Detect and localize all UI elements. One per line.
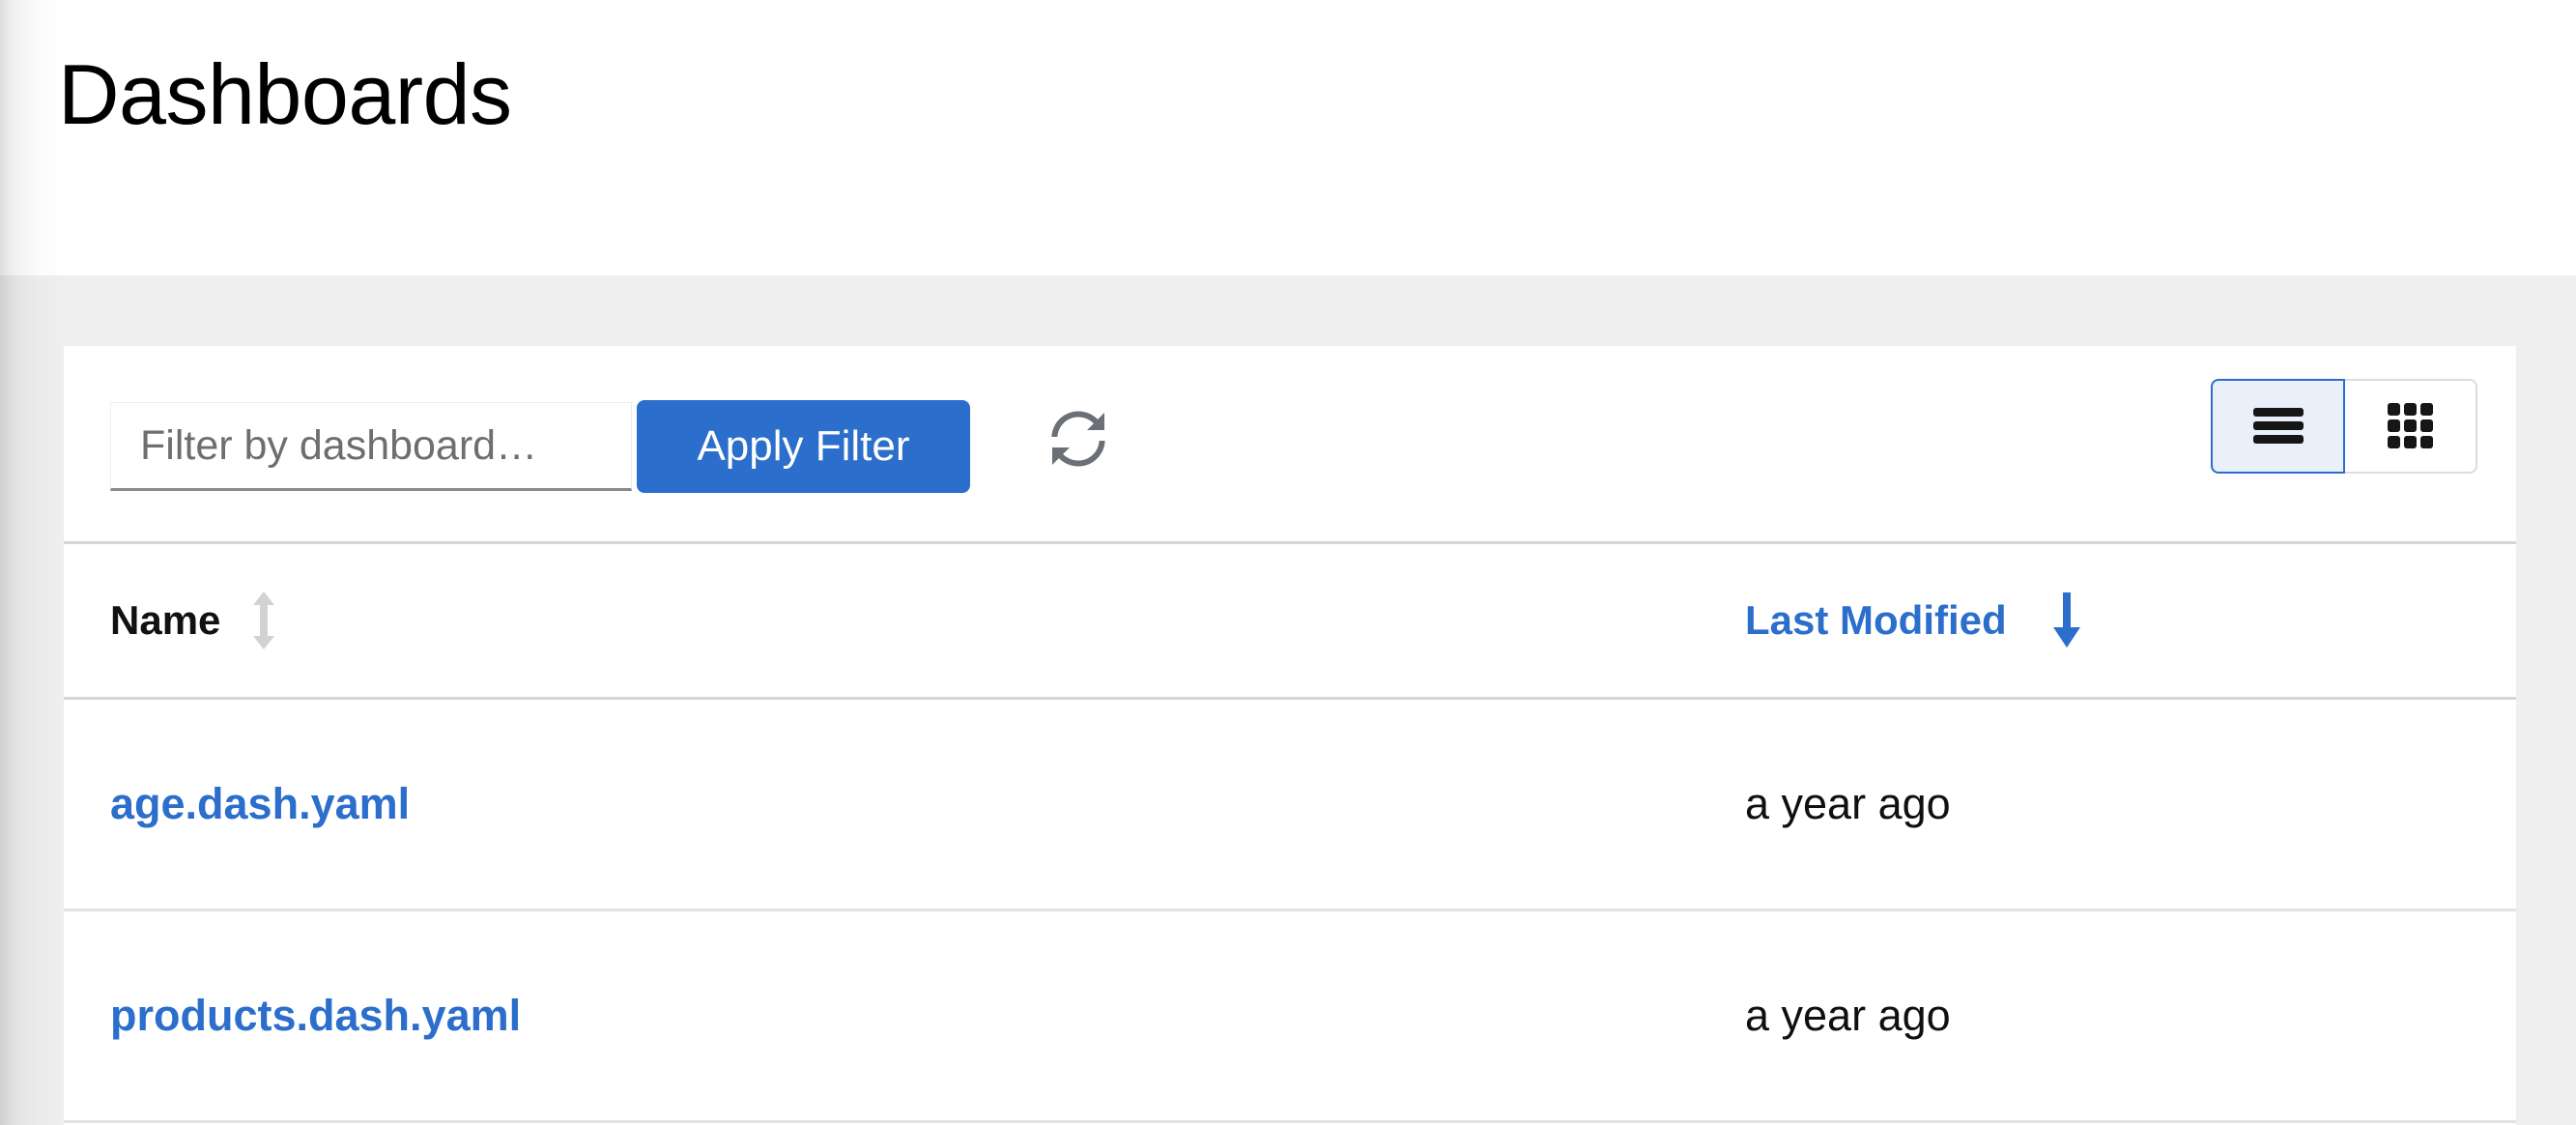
filter-input-placeholder: Filter by dashboard… [140, 421, 538, 469]
last-modified-value: a year ago [1745, 991, 1951, 1040]
table-row[interactable]: products.dash.yaml a year ago [64, 909, 2516, 1123]
column-header-name[interactable]: Name [64, 544, 1663, 700]
dashboards-table: Name Last Modified age.dash.yaml a year … [64, 544, 2516, 1123]
table-cell-last-modified: a year ago [1663, 698, 2516, 911]
dashboards-app: Dashboards Filter by dashboard… Apply Fi… [0, 0, 2576, 1125]
list-view-button[interactable] [2211, 379, 2345, 474]
sort-unsorted-icon[interactable] [249, 591, 278, 650]
view-toggle-group [2211, 379, 2477, 474]
table-cell-name: age.dash.yaml [64, 698, 1663, 911]
dashboard-link[interactable]: products.dash.yaml [110, 991, 521, 1040]
column-header-last-modified-label: Last Modified [1745, 597, 2007, 643]
table-row[interactable]: age.dash.yaml a year ago [64, 698, 2516, 911]
dashboard-link[interactable]: age.dash.yaml [110, 779, 410, 828]
refresh-button[interactable] [1044, 404, 1113, 474]
table-header-row: Name Last Modified [64, 544, 2516, 700]
table-cell-last-modified: a year ago [1663, 909, 2516, 1123]
filter-input[interactable]: Filter by dashboard… [110, 402, 632, 491]
column-header-name-label: Name [110, 597, 221, 643]
column-header-last-modified[interactable]: Last Modified [1663, 544, 2516, 700]
last-modified-value: a year ago [1745, 779, 1951, 828]
list-view-icon [2252, 407, 2304, 446]
sort-descending-icon[interactable] [2051, 592, 2082, 649]
grid-view-icon [2387, 403, 2434, 449]
apply-filter-button[interactable]: Apply Filter [637, 400, 970, 493]
table-body: age.dash.yaml a year ago products.dash.y… [64, 698, 2516, 1123]
dashboards-card: Filter by dashboard… Apply Filter Name L… [64, 346, 2516, 1125]
table-head: Name Last Modified [64, 544, 2516, 700]
dashboards-toolbar: Filter by dashboard… Apply Filter [64, 346, 2516, 544]
table-cell-name: products.dash.yaml [64, 909, 1663, 1123]
page-header: Dashboards [0, 0, 2576, 275]
refresh-icon [1044, 404, 1113, 474]
grid-view-button[interactable] [2343, 379, 2477, 474]
page-title: Dashboards [58, 46, 512, 142]
